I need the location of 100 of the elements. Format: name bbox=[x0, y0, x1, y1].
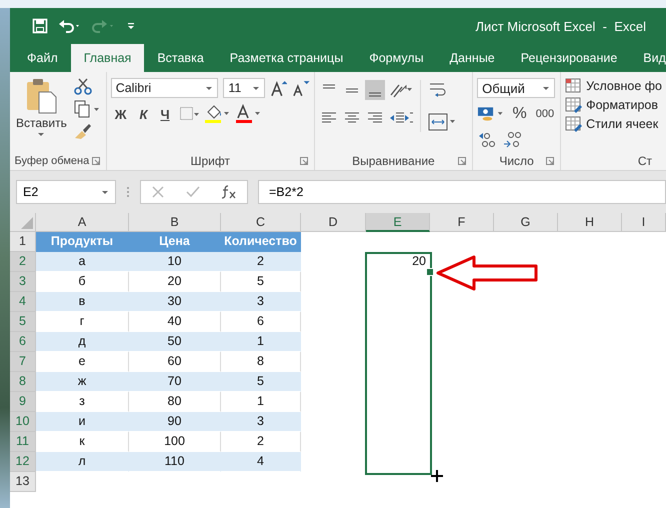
align-icon[interactable] bbox=[364, 80, 385, 100]
launcher-icon[interactable] bbox=[458, 157, 466, 165]
crosshair-cursor-icon bbox=[431, 470, 443, 482]
clipboard-icon bbox=[25, 78, 58, 114]
group-label: Выравнивание bbox=[352, 154, 435, 168]
row-header[interactable]: 9 bbox=[10, 392, 36, 412]
row-header[interactable]: 7 bbox=[10, 352, 36, 372]
row-header[interactable]: 2 bbox=[10, 252, 36, 272]
table-cell: 90 bbox=[129, 412, 221, 432]
save-icon[interactable] bbox=[32, 18, 48, 34]
grow-font-icon[interactable] bbox=[270, 79, 288, 97]
row-header[interactable]: 1 bbox=[10, 232, 36, 252]
ribbon-tab[interactable]: Разметка страницы bbox=[216, 44, 356, 72]
row-header[interactable]: 5 bbox=[10, 312, 36, 332]
increase-decimal-icon[interactable] bbox=[477, 130, 498, 148]
ribbon-tab[interactable]: Вставка bbox=[144, 44, 217, 72]
font-size-dropdown[interactable]: 11 bbox=[223, 78, 265, 98]
row-header[interactable]: 3 bbox=[10, 272, 36, 292]
row-header[interactable]: 4 bbox=[10, 292, 36, 312]
row-header[interactable]: 10 bbox=[10, 412, 36, 432]
fill-handle[interactable] bbox=[426, 268, 434, 276]
number-format-dropdown[interactable]: Общий bbox=[477, 78, 556, 98]
conditional-format-icon bbox=[565, 78, 584, 94]
table-cell: 5 bbox=[221, 372, 301, 392]
row-header[interactable]: 8 bbox=[10, 372, 36, 392]
copy-icon[interactable] bbox=[72, 100, 101, 118]
underline-button[interactable]: Ч bbox=[156, 106, 174, 122]
column-header[interactable]: A bbox=[36, 213, 129, 232]
styles-menu-button[interactable]: Условное фо bbox=[565, 78, 662, 94]
table-grid-icon bbox=[565, 116, 584, 132]
styles-menu-button[interactable]: Стили ячеек bbox=[565, 116, 662, 132]
caret-icon bbox=[37, 132, 46, 137]
column-header[interactable]: I bbox=[622, 213, 666, 232]
function-icon[interactable] bbox=[220, 185, 237, 199]
column-header[interactable]: F bbox=[430, 213, 494, 232]
column-header[interactable]: D bbox=[301, 213, 366, 232]
table-cell: д bbox=[36, 332, 129, 352]
decrease-decimal-icon[interactable] bbox=[502, 130, 522, 148]
check-icon[interactable] bbox=[186, 185, 200, 199]
caret-icon bbox=[252, 86, 260, 90]
table-cell: 3 bbox=[221, 292, 301, 312]
styles-menu-button[interactable]: Форматиров bbox=[565, 97, 662, 113]
brush-icon[interactable] bbox=[72, 122, 93, 140]
undo-icon[interactable] bbox=[58, 18, 82, 34]
column-header[interactable]: B bbox=[129, 213, 221, 232]
table-cell: 4 bbox=[221, 452, 301, 472]
row-header[interactable]: 6 bbox=[10, 332, 36, 352]
table-cell: 70 bbox=[129, 372, 221, 392]
ribbon-tab[interactable]: Файл bbox=[14, 44, 71, 72]
ribbon-tab[interactable]: Формулы bbox=[356, 44, 437, 72]
ribbon-tab[interactable]: Рецензирование bbox=[508, 44, 630, 72]
scissors-icon[interactable] bbox=[72, 78, 93, 96]
row-header[interactable]: 13 bbox=[10, 472, 36, 492]
row-header[interactable]: 12 bbox=[10, 452, 36, 472]
merge-icon[interactable] bbox=[426, 112, 457, 132]
fill-color-icon[interactable] bbox=[204, 104, 230, 124]
paste-button[interactable]: Вставить bbox=[14, 76, 69, 152]
column-header[interactable]: C bbox=[221, 213, 301, 232]
borders-icon[interactable] bbox=[178, 105, 199, 123]
column-heading-cell: Количество bbox=[221, 232, 301, 252]
bold-button[interactable]: Ж bbox=[110, 106, 130, 122]
italic-button[interactable]: К bbox=[135, 106, 152, 122]
table-cell: л bbox=[36, 452, 129, 472]
table-cell: 30 bbox=[129, 292, 221, 312]
table-cell: 10 bbox=[129, 252, 221, 272]
name-box[interactable]: E2 bbox=[16, 180, 116, 204]
triangle-icon bbox=[21, 217, 33, 229]
font-color-icon[interactable] bbox=[234, 104, 261, 124]
table-cell: а bbox=[36, 252, 129, 272]
launcher-icon[interactable] bbox=[546, 157, 554, 165]
column-header[interactable]: H bbox=[558, 213, 622, 232]
table-cell: ж bbox=[36, 372, 129, 392]
column-heading-cell: Цена bbox=[129, 232, 221, 252]
table-cell: и bbox=[36, 412, 129, 432]
table-cell: 1 bbox=[221, 332, 301, 352]
table-cell-text: 20 bbox=[411, 253, 427, 270]
table-cell: 2 bbox=[221, 252, 301, 272]
ribbon-tab[interactable]: Данные bbox=[436, 44, 508, 72]
percent-button[interactable]: % bbox=[510, 105, 529, 123]
shrink-font-icon[interactable] bbox=[292, 79, 310, 97]
ribbon-tab[interactable]: Вид bbox=[630, 44, 666, 72]
row-header[interactable]: 11 bbox=[10, 432, 36, 452]
group-label: Число bbox=[499, 154, 534, 168]
column-header[interactable]: G bbox=[494, 213, 558, 232]
column-header[interactable]: E bbox=[366, 213, 430, 232]
caret-icon bbox=[542, 86, 550, 90]
window-title: Лист Microsoft Excel - Excel bbox=[475, 18, 646, 34]
formula-field[interactable]: =B2*2 bbox=[258, 180, 666, 204]
group-label: Буфер обмена bbox=[14, 155, 90, 167]
table-cell: в bbox=[36, 292, 129, 312]
ribbon-tab[interactable]: Главная bbox=[70, 44, 144, 72]
caret-icon bbox=[205, 86, 214, 90]
launcher-icon[interactable] bbox=[300, 157, 308, 165]
table-cell: 3 bbox=[221, 412, 301, 432]
group-label: Шрифт bbox=[190, 154, 230, 168]
caret-icon bbox=[101, 190, 109, 194]
launcher-icon[interactable] bbox=[92, 157, 100, 165]
thousands-button[interactable]: 000 bbox=[534, 108, 556, 120]
font-name-dropdown[interactable]: Calibri bbox=[110, 78, 218, 98]
resize-handle-icon[interactable] bbox=[126, 185, 130, 199]
